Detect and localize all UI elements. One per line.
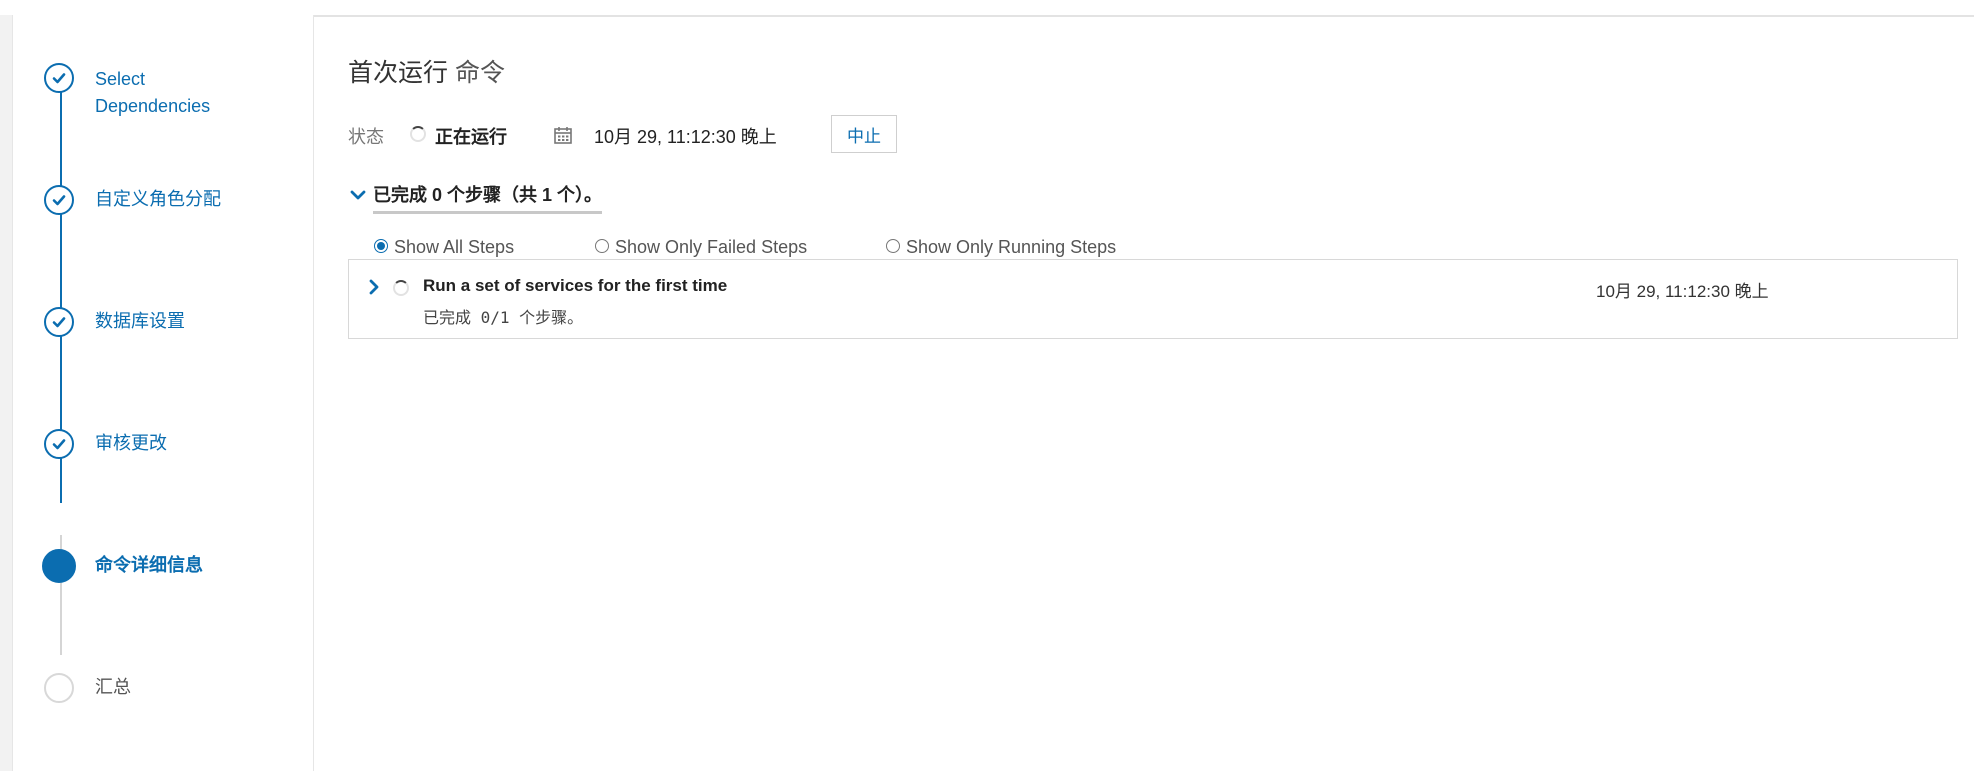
abort-button[interactable]: 中止 [831,115,897,153]
left-gutter [0,15,13,771]
wizard-step-label: Select Dependencies [95,69,211,116]
calendar-icon [554,127,572,144]
wizard-step-label: 命令详细信息 [95,555,203,575]
radio-button[interactable] [374,238,388,253]
pending-step-indicator [44,673,74,703]
radio-button[interactable] [595,238,609,253]
check-icon [44,307,74,337]
spinner-icon [410,126,426,142]
filter-show-running-steps[interactable]: Show Only Running Steps [886,237,1116,258]
wizard-step-label: 数据库设置 [95,311,185,331]
status-row: 状态 正在运行 10月 29, 11:12:30 晚上 中止 [348,115,1148,153]
wizard-step-label: 汇总 [95,677,131,697]
check-icon [44,185,74,215]
filter-show-all-steps[interactable]: Show All Steps [374,237,514,258]
step-progress-text: 已完成 0/1 个步骤。 [423,308,584,327]
filter-show-failed-steps[interactable]: Show Only Failed Steps [595,237,807,258]
steps-summary-toggle[interactable]: 已完成 0 个步骤（共 1 个）。 [348,178,748,214]
page-title: 首次运行 命令 [348,59,505,87]
chevron-right-icon[interactable] [367,278,381,296]
check-icon [44,429,74,459]
radio-button[interactable] [886,238,900,253]
steps-table: Run a set of services for the first time… [348,259,1958,339]
step-time: 10月 29, 11:12:30 晚上 [1596,282,1769,301]
chevron-down-icon [350,190,366,200]
steps-summary-text: 已完成 0 个步骤（共 1 个）。 [373,181,603,214]
wizard-step-label: 自定义角色分配 [95,189,221,209]
check-icon [44,63,74,93]
start-time: 10月 29, 11:12:30 晚上 [594,127,777,147]
status-label: 状态 [348,127,384,147]
status-value: 正在运行 [435,127,507,147]
wizard-sidebar: Select Dependencies 自定义角色分配 数据库设置 审核更改 命令… [13,15,314,771]
spinner-icon [393,280,409,296]
step-title: Run a set of services for the first time [423,276,728,295]
current-step-indicator [42,549,76,583]
wizard-step-label: 审核更改 [95,433,167,453]
